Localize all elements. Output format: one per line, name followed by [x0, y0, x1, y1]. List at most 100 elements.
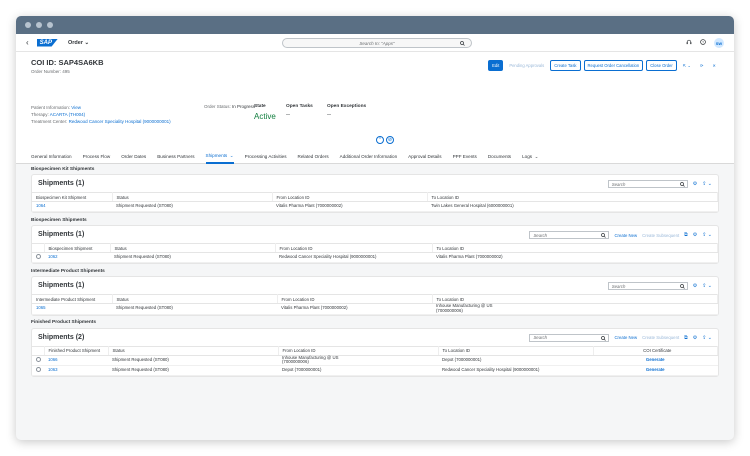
- generate-certificate-link[interactable]: Generate: [593, 355, 718, 367]
- bio-shipments-table: Biospecimen Shipment Status From Locatio…: [32, 243, 718, 263]
- tab-shipments[interactable]: Shipments ⌄: [205, 150, 234, 164]
- open-tasks-kpi: Open Tasks --: [286, 104, 313, 118]
- open-exceptions-kpi: Open Exceptions --: [327, 104, 366, 118]
- global-search-input[interactable]: Search In: "Apps": [282, 38, 472, 48]
- tab-order-dates[interactable]: Order Dates: [121, 150, 146, 164]
- create-subsequent-button[interactable]: Create Subsequent: [642, 233, 679, 238]
- therapy-link[interactable]: ACARTA (TH004): [50, 112, 85, 117]
- edit-button[interactable]: Edit: [488, 60, 504, 71]
- search-icon[interactable]: [601, 233, 607, 239]
- finished-shipments-card: Shipments (2) Search Create New Create S…: [31, 327, 719, 378]
- from-location: Redwood Cancer Speciality Hospital (9000…: [275, 252, 432, 263]
- column-header[interactable]: COI Certificate: [593, 345, 718, 356]
- settings-icon[interactable]: ⚙: [693, 232, 697, 238]
- window-close-dot[interactable]: [25, 22, 31, 28]
- table-row[interactable]: 1066 Shipment Requested (ST080) Inhouse …: [32, 355, 718, 367]
- help-icon[interactable]: ?: [700, 39, 706, 47]
- treatment-center-link[interactable]: Redwood Cancer Speciality Hospital (9000…: [69, 119, 171, 124]
- search-icon[interactable]: [601, 335, 607, 342]
- row-select-radio[interactable]: [36, 356, 41, 362]
- tab-general-information[interactable]: General Information: [31, 150, 72, 164]
- create-subsequent-button[interactable]: Create Subsequent: [642, 335, 679, 340]
- close-order-button[interactable]: Close Order: [646, 60, 677, 71]
- table-row[interactable]: 1062 Shipment Requested (ST080) Redwood …: [32, 252, 718, 263]
- column-header[interactable]: Status: [112, 192, 273, 202]
- column-header[interactable]: From Location ID: [278, 345, 439, 356]
- tab-process-flow[interactable]: Process Flow: [83, 150, 111, 164]
- tab-documents[interactable]: Documents: [488, 150, 511, 164]
- row-select-radio[interactable]: [36, 367, 41, 373]
- window-maximize-dot[interactable]: [47, 22, 53, 28]
- column-header[interactable]: To Location ID: [432, 243, 718, 253]
- svg-text:?: ?: [702, 40, 704, 44]
- table-row[interactable]: 1064 Shipment Requested (ST080) Vitalis …: [32, 201, 718, 212]
- column-header[interactable]: Status: [112, 294, 278, 304]
- column-header[interactable]: To Location ID: [438, 345, 594, 356]
- shipment-id-link[interactable]: 1063: [44, 365, 108, 377]
- copy-icon[interactable]: ⧉: [684, 335, 688, 341]
- sap-logo[interactable]: SAP: [36, 38, 59, 47]
- tab-business-partners[interactable]: Business Partners: [157, 150, 194, 164]
- export-icon[interactable]: ⇪ ⌄: [702, 335, 712, 341]
- patient-info-link[interactable]: View: [71, 105, 81, 110]
- settings-icon[interactable]: ⚙: [693, 181, 697, 187]
- column-header[interactable]: Biospecimen Kit Shipment: [32, 192, 113, 202]
- copy-icon[interactable]: ⧉: [684, 232, 688, 238]
- column-header[interactable]: Intermediate Product Shipment: [32, 294, 113, 304]
- column-header[interactable]: From Location ID: [272, 192, 428, 202]
- open-tasks-label: Open Tasks: [286, 104, 313, 109]
- table-row[interactable]: 1065 Shipment Requested (ST080) Vitalis …: [32, 303, 718, 315]
- shipment-status: Shipment Requested (ST080): [112, 303, 277, 315]
- intermediate-shipments-heading: Intermediate Product Shipments: [31, 268, 105, 274]
- column-header[interactable]: Biospecimen Shipment: [44, 243, 111, 253]
- window-minimize-dot[interactable]: [36, 22, 42, 28]
- create-new-button[interactable]: Create New: [614, 233, 637, 238]
- search-icon[interactable]: [679, 182, 685, 188]
- table-row[interactable]: 1063 Shipment Requested (ST080) Depot (7…: [32, 365, 718, 377]
- pending-approvals-button[interactable]: Pending Approvals: [506, 61, 548, 70]
- intermediate-search-input[interactable]: Search: [607, 282, 688, 290]
- tab-processing-activities[interactable]: Processing Activities: [245, 150, 287, 164]
- headset-icon[interactable]: [686, 39, 692, 47]
- kit-shipments-heading: Biospecimen Kit Shipments: [31, 166, 95, 172]
- shipment-id-link[interactable]: 1064: [32, 201, 112, 212]
- search-icon[interactable]: [460, 41, 465, 48]
- column-header[interactable]: To Location ID: [427, 192, 718, 202]
- request-cancellation-button[interactable]: Request Order Cancellation: [583, 60, 644, 71]
- column-header[interactable]: From Location ID: [277, 294, 433, 304]
- export-icon[interactable]: ⇪ ⌄: [702, 232, 712, 238]
- row-select-radio[interactable]: [36, 254, 41, 260]
- tab-ppf-events[interactable]: PPF Events: [453, 150, 477, 164]
- search-icon[interactable]: [679, 284, 685, 290]
- export-icon[interactable]: ⇪ ⌄: [702, 181, 712, 187]
- shipment-id-link[interactable]: 1065: [32, 303, 112, 315]
- refresh-icon[interactable]: ⟳: [696, 61, 707, 70]
- column-header[interactable]: Finished Product Shipment: [44, 345, 109, 356]
- from-location: Vitalis Pharma Plant (7000000002): [277, 303, 432, 315]
- finished-search-input[interactable]: Search: [529, 333, 610, 342]
- app-title-menu[interactable]: Order ⌄: [68, 40, 89, 46]
- create-task-button[interactable]: Create Task: [550, 60, 581, 71]
- share-icon[interactable]: ⇱ ⌄: [679, 61, 694, 70]
- back-icon[interactable]: ‹: [26, 38, 29, 47]
- column-header[interactable]: Status: [108, 345, 279, 356]
- collapse-header-icon[interactable]: ⌃: [376, 136, 384, 144]
- settings-icon[interactable]: ⚙: [693, 335, 697, 341]
- create-new-button[interactable]: Create New: [614, 335, 637, 340]
- shipment-id-link[interactable]: 1062: [44, 252, 110, 263]
- tab-related-orders[interactable]: Related Orders: [298, 150, 329, 164]
- column-header[interactable]: From Location ID: [275, 243, 433, 253]
- column-header[interactable]: Status: [110, 243, 276, 253]
- tab-approval-details[interactable]: Approval Details: [408, 150, 441, 164]
- avatar[interactable]: SW: [714, 38, 724, 48]
- export-icon[interactable]: ⇪ ⌄: [702, 283, 712, 289]
- tab-additional-order-information[interactable]: Additional Order Information: [340, 150, 397, 164]
- pin-header-icon[interactable]: ⊘: [386, 136, 394, 144]
- close-icon[interactable]: ✕: [709, 61, 719, 70]
- generate-certificate-link[interactable]: Generate: [593, 365, 718, 377]
- settings-icon[interactable]: ⚙: [693, 283, 697, 289]
- kit-search-input[interactable]: Search: [607, 180, 688, 188]
- shipment-id-link[interactable]: 1066: [44, 355, 108, 367]
- bio-search-input[interactable]: Search: [529, 231, 610, 239]
- tab-logs[interactable]: Logs ⌄: [522, 150, 538, 164]
